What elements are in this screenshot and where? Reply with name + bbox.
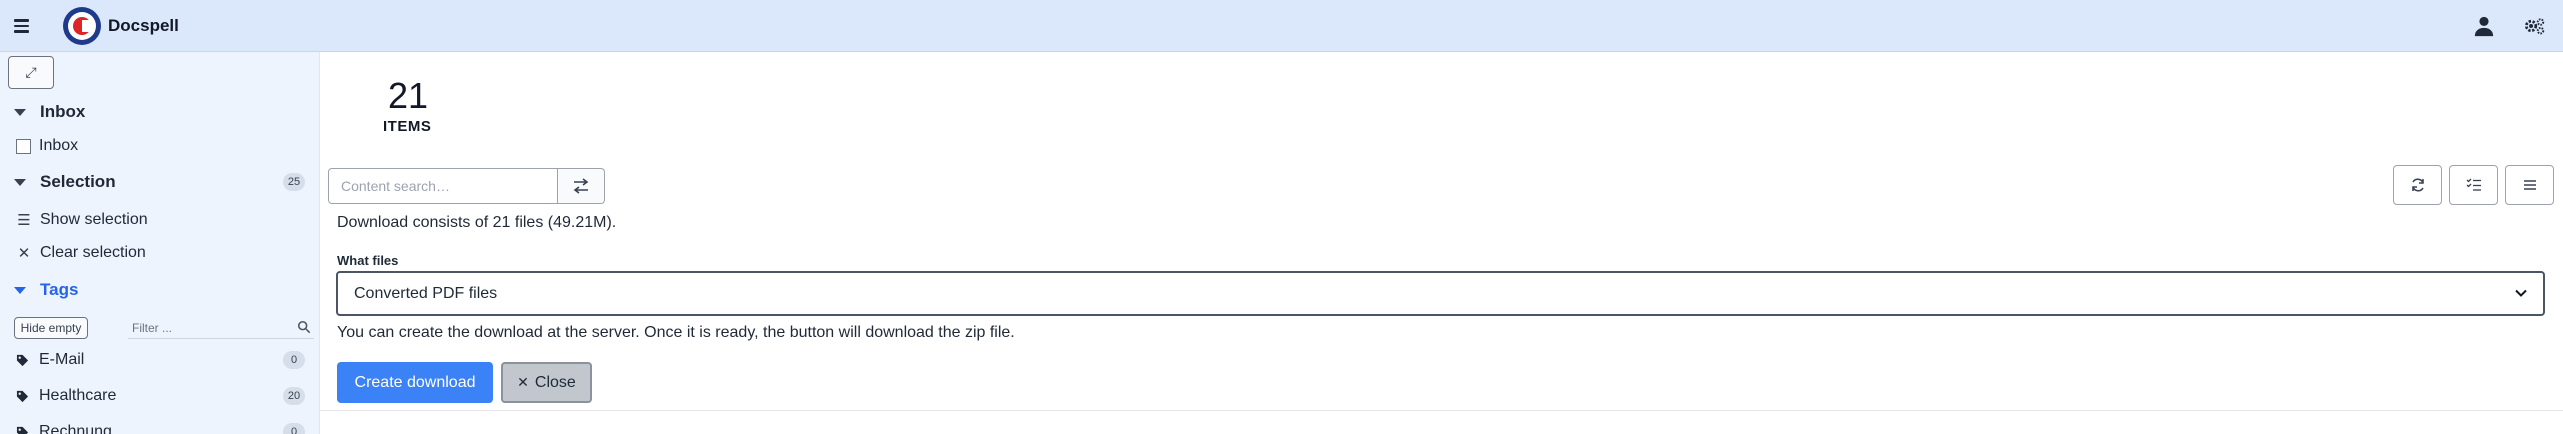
show-selection-link[interactable]: ☰ Show selection xyxy=(16,211,148,229)
tag-item[interactable]: Rechnung xyxy=(16,423,112,434)
tag-label: E-Mail xyxy=(39,351,85,368)
tag-count-badge: 20 xyxy=(283,387,305,405)
top-bar: Docspell xyxy=(0,0,2563,52)
hide-empty-button[interactable]: Hide empty xyxy=(14,317,88,339)
create-download-button[interactable]: Create download xyxy=(337,362,493,403)
tag-icon xyxy=(16,390,29,402)
tag-icon xyxy=(16,426,29,434)
sidebar: ⤢ Inbox Inbox Selection 25 ☰ Show select… xyxy=(0,52,320,434)
selection-section-label: Selection xyxy=(40,172,116,191)
selection-count-badge: 25 xyxy=(283,173,305,191)
what-files-selected-value: Converted PDF files xyxy=(354,284,498,302)
item-count-label: ITEMS xyxy=(383,118,432,135)
chevron-down-icon xyxy=(2515,289,2527,297)
tag-label: Healthcare xyxy=(39,387,117,404)
selection-section-header[interactable]: Selection xyxy=(14,172,116,192)
clear-selection-label: Clear selection xyxy=(40,244,146,261)
close-icon: ✕ xyxy=(17,245,31,262)
download-note-text: You can create the download at the serve… xyxy=(337,324,1015,341)
what-files-label: What files xyxy=(337,253,399,268)
tag-label: Rechnung xyxy=(39,423,112,434)
close-button[interactable]: ✕ Close xyxy=(501,362,592,403)
caret-down-icon xyxy=(14,108,26,116)
refresh-button[interactable] xyxy=(2393,165,2442,205)
user-icon[interactable] xyxy=(2473,15,2495,37)
inbox-checkbox-label: Inbox xyxy=(39,137,79,154)
select-mode-button[interactable] xyxy=(2449,165,2498,205)
tag-item[interactable]: E-Mail xyxy=(16,351,84,369)
docspell-logo[interactable] xyxy=(63,7,101,45)
divider xyxy=(320,410,2563,411)
expand-sidebar-button[interactable]: ⤢ xyxy=(8,56,54,89)
refresh-icon xyxy=(2411,178,2424,192)
list-icon xyxy=(2523,180,2536,190)
inbox-section-header[interactable]: Inbox xyxy=(14,102,85,122)
expand-icon: ⤢ xyxy=(25,64,37,80)
menu-icon[interactable] xyxy=(14,16,34,36)
caret-down-icon xyxy=(14,286,26,294)
inbox-section-label: Inbox xyxy=(40,102,86,121)
download-info-text: Download consists of 21 files (49.21M). xyxy=(337,214,617,231)
clear-selection-link[interactable]: ✕ Clear selection xyxy=(16,244,146,262)
inbox-checkbox-row[interactable]: Inbox xyxy=(16,137,78,155)
close-icon: ✕ xyxy=(517,374,529,390)
item-count: 21 xyxy=(388,75,429,116)
swap-icon xyxy=(573,178,589,194)
checklist-icon xyxy=(2466,178,2481,191)
tag-count-badge: 0 xyxy=(283,423,305,434)
show-selection-label: Show selection xyxy=(40,211,148,228)
search-mode-toggle-button[interactable] xyxy=(558,168,605,204)
close-label: Close xyxy=(534,373,576,391)
settings-icon[interactable] xyxy=(2524,15,2552,37)
tag-item[interactable]: Healthcare xyxy=(16,387,116,405)
tag-icon xyxy=(16,354,29,366)
create-download-label: Create download xyxy=(354,373,476,391)
search-icon xyxy=(297,320,311,334)
checklist-icon: ☰ xyxy=(17,212,31,229)
tag-filter-input[interactable] xyxy=(128,317,314,339)
inbox-checkbox[interactable] xyxy=(16,138,31,154)
menu-button[interactable] xyxy=(2505,165,2554,205)
tags-section-header[interactable]: Tags xyxy=(14,280,78,300)
content-search-input[interactable] xyxy=(328,168,558,204)
caret-down-icon xyxy=(14,178,26,186)
what-files-select[interactable]: Converted PDF files xyxy=(336,271,2545,316)
app-title[interactable]: Docspell xyxy=(108,16,179,36)
tag-count-badge: 0 xyxy=(283,351,305,369)
tags-section-label: Tags xyxy=(40,280,79,299)
